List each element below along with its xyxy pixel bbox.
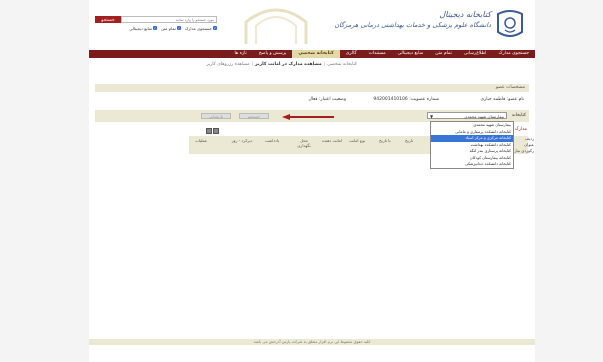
header: کتابخانه دیجیتال دانشگاه علوم پزشکی و خد… [89, 0, 535, 50]
breadcrumb-loans[interactable]: مشاهده مدارک در امانت کاربر [255, 62, 322, 70]
col-header-location: محل نگهداری [297, 138, 311, 148]
col-header-title: عنوان [524, 142, 534, 147]
no-records-text: رکوردی نیاز [514, 148, 535, 153]
checkbox-search-documents[interactable]: جستجوی مدارک ✓ [185, 25, 217, 31]
membership-number: شماره عضویت: 94200141010​6 [373, 97, 439, 102]
breadcrumb: کتابخانه شخصی | مشاهده مدارک در امانت کا… [206, 62, 357, 70]
library-select[interactable]: ▼ بیمارستان شهید محمدی [427, 112, 507, 119]
col-header-until-date: تا تاریخ [379, 138, 391, 143]
col-header-note: یادداشت [265, 138, 280, 143]
pointer-arrow-icon [282, 114, 334, 120]
reset-button[interactable]: بازنشانی [201, 113, 231, 119]
search-input[interactable] [121, 16, 217, 23]
nav-item-information[interactable]: اطلاع‌رسانی [458, 50, 493, 58]
chevron-down-icon: ▼ [430, 114, 434, 119]
nav-item-full-text[interactable]: تمام متن [429, 50, 458, 58]
breadcrumb-personal-library[interactable]: کتابخانه شخصی [327, 62, 357, 70]
nav-item-digital-resources[interactable]: منابع دیجیتالی [392, 50, 430, 58]
breadcrumb-reservations[interactable]: مشاهده رزروهای کاربر [206, 62, 249, 70]
site-title-line2: دانشگاه علوم پزشکی و خدمات بهداشتی درمان… [334, 21, 491, 29]
checkbox-full-text[interactable]: تمام متن ✓ [161, 25, 181, 31]
breadcrumb-separator: | [323, 62, 326, 67]
library-label: کتابخانه [511, 113, 526, 118]
footer: کلیه حقوق محفوظ این نرم افزار متعلق به ش… [89, 339, 535, 345]
nav-item-search-documents[interactable]: جستجوی مدارک [492, 50, 535, 58]
nav-item-gallery[interactable]: گالری [340, 50, 363, 58]
breadcrumb-separator: | [251, 62, 254, 67]
col-header-operations: عملیات [195, 138, 208, 143]
member-name: نام عضو: فاطمه جباری [480, 97, 524, 102]
col-header-loan-type: نوع امانت [349, 138, 366, 143]
header-search: جستجو منابع دیجیتالی ✓ تمام متن ✓ جستجوی… [95, 16, 275, 40]
checkbox-checked-icon: ✓ [153, 26, 158, 30]
checkbox-digital-resources[interactable]: منابع دیجیتالی ✓ [129, 25, 158, 31]
checkbox-checked-icon: ✓ [176, 26, 181, 30]
main-nav: جستجوی مدارک اطلاع‌رسانی تمام متن منابع … [89, 50, 535, 58]
excel-export-icon[interactable] [206, 128, 212, 134]
search-button[interactable]: جستجو [95, 16, 121, 23]
right-margin [535, 0, 603, 362]
university-logo [495, 8, 525, 40]
search-options: منابع دیجیتالی ✓ تمام متن ✓ جستجوی مدارک… [95, 25, 217, 31]
nav-item-qa[interactable]: پرسش و پاسخ [253, 50, 293, 58]
print-icon[interactable] [213, 128, 219, 134]
member-panel-header: مشخصات عضو [95, 84, 529, 92]
library-select-value: بیمارستان شهید محمدی [464, 114, 504, 119]
site-title: کتابخانه دیجیتال دانشگاه علوم پزشکی و خد… [334, 10, 491, 29]
nav-item-documents[interactable]: مستندات [363, 50, 392, 58]
col-header-lender: امانت دهنده [321, 138, 343, 143]
col-header-row: ردیف [525, 136, 534, 141]
library-search-button[interactable]: جستجو [239, 113, 269, 119]
library-option[interactable]: کتابخانه دانشکده دندانپزشکی [431, 161, 513, 168]
checkbox-label: تمام متن [161, 25, 176, 31]
col-header-date: تاریخ [405, 138, 413, 143]
footer-copyright: کلیه حقوق محفوظ این نرم افزار متعلق به ش… [253, 339, 371, 344]
nav-item-news[interactable]: تازه ها [228, 50, 252, 58]
checkbox-label: منابع دیجیتالی [129, 25, 153, 31]
member-status: وضعیت اعتبار: فعال [308, 97, 346, 102]
checkbox-checked-icon: ✓ [213, 26, 217, 30]
site-title-line1: کتابخانه دیجیتال [439, 10, 491, 19]
page: کتابخانه دیجیتال دانشگاه علوم پزشکی و خد… [89, 0, 535, 362]
export-icons [206, 128, 219, 134]
library-dropdown-list: بیمارستان شهید محمدی کتابخانه دانشکده پر… [430, 121, 514, 169]
checkbox-label: جستجوی مدارک [184, 25, 212, 31]
member-info: نام عضو: فاطمه جباری شماره عضویت: 942001… [95, 96, 529, 106]
col-header-overdue-days: دیرکرد - روز [231, 138, 253, 143]
nav-item-personal-library[interactable]: کتابخانه شخصی [292, 50, 340, 58]
left-margin [0, 0, 89, 362]
member-panel-title: مشخصات عضو [495, 85, 525, 90]
